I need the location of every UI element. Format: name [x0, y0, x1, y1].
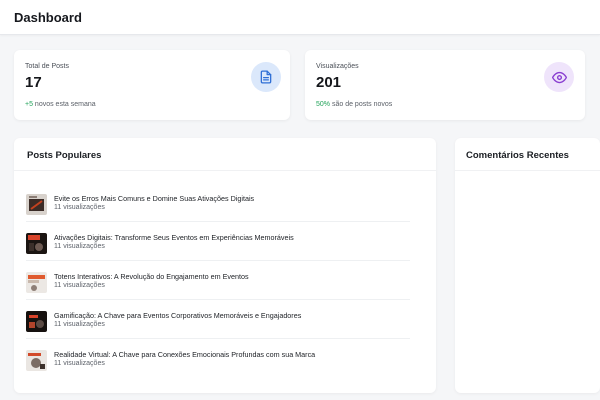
- divider: [26, 221, 410, 222]
- post-title: Gamificação: A Chave para Eventos Corpor…: [54, 311, 302, 320]
- list-item[interactable]: Ativações Digitais: Transforme Seus Even…: [26, 229, 410, 261]
- list-item[interactable]: Realidade Virtual: A Chave para Conexões…: [26, 346, 410, 378]
- stat-delta: +5: [25, 101, 33, 108]
- popular-posts-panel: Posts Populares Evite os Erros Mais Comu…: [14, 138, 436, 393]
- post-views: 11 visualizações: [54, 243, 105, 250]
- divider: [26, 338, 410, 339]
- list-item[interactable]: Evite os Erros Mais Comuns e Domine Suas…: [26, 190, 410, 222]
- post-thumbnail: [26, 233, 47, 254]
- stat-label: Total de Posts: [25, 63, 69, 70]
- stat-subtext-rest: novos esta semana: [32, 101, 96, 108]
- top-bar: Dashboard: [0, 0, 600, 35]
- divider: [26, 299, 410, 300]
- document-icon: [251, 62, 281, 92]
- recent-comments-panel: Comentários Recentes: [455, 138, 600, 393]
- post-views: 11 visualizações: [54, 282, 105, 289]
- list-item[interactable]: Gamificação: A Chave para Eventos Corpor…: [26, 307, 410, 339]
- stat-card-total-posts: Total de Posts 17 +5 novos esta semana: [14, 50, 290, 120]
- post-views: 11 visualizações: [54, 204, 105, 211]
- post-title: Realidade Virtual: A Chave para Conexões…: [54, 350, 316, 359]
- post-thumbnail: [26, 311, 47, 332]
- post-views: 11 visualizações: [54, 360, 105, 367]
- post-views: 11 visualizações: [54, 321, 105, 328]
- post-thumbnail: [26, 350, 47, 371]
- stat-card-views: Visualizações 201 50% são de posts novos: [305, 50, 585, 120]
- post-title: Ativações Digitais: Transforme Seus Even…: [54, 233, 294, 242]
- stat-label: Visualizações: [316, 63, 359, 70]
- stat-value: 201: [316, 74, 342, 91]
- eye-icon: [544, 62, 574, 92]
- panel-title: Posts Populares: [27, 150, 102, 161]
- stat-subtext: +5 novos esta semana: [25, 101, 96, 108]
- page-title: Dashboard: [14, 10, 82, 25]
- post-thumbnail: [26, 272, 47, 293]
- divider: [455, 170, 600, 171]
- list-item[interactable]: Totens Interativos: A Revolução do Engaj…: [26, 268, 410, 300]
- post-thumbnail: [26, 194, 47, 215]
- stat-delta: 50%: [316, 101, 331, 108]
- post-title: Totens Interativos: A Revolução do Engaj…: [54, 272, 249, 281]
- divider: [14, 170, 436, 171]
- divider: [26, 260, 410, 261]
- stat-value: 17: [25, 74, 42, 91]
- post-title: Evite os Erros Mais Comuns e Domine Suas…: [54, 194, 255, 203]
- stat-subtext: 50% são de posts novos: [316, 101, 392, 108]
- panel-title: Comentários Recentes: [466, 150, 569, 161]
- stat-subtext-rest: são de posts novos: [330, 101, 393, 108]
